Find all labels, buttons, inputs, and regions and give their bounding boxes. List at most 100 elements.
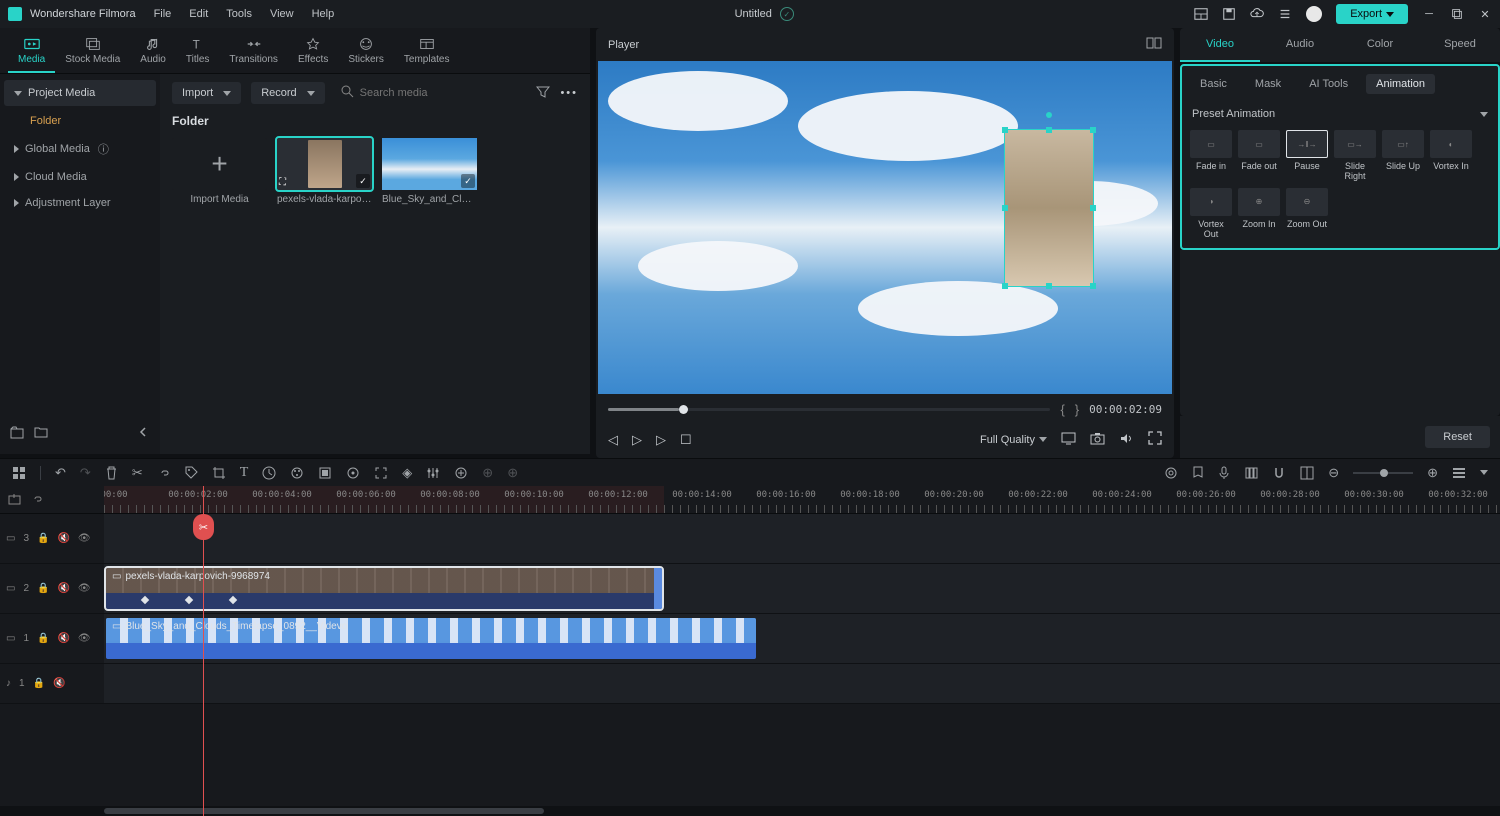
preview-canvas[interactable] xyxy=(598,61,1172,394)
marker-icon[interactable] xyxy=(1192,466,1204,480)
reset-button[interactable]: Reset xyxy=(1425,426,1490,448)
track-size-icon[interactable] xyxy=(1452,467,1466,479)
next-frame-button[interactable]: ▷ xyxy=(632,432,642,448)
lock-icon[interactable]: 🔒 xyxy=(37,533,49,544)
subtab-animation[interactable]: Animation xyxy=(1366,74,1435,94)
more-tools-icon[interactable]: ⊕ xyxy=(482,465,493,481)
sidebar-global-media[interactable]: Global Mediaⓘ xyxy=(4,134,156,164)
sidebar-folder[interactable]: Folder xyxy=(4,108,156,134)
new-bin-icon[interactable] xyxy=(10,425,24,442)
tab-stickers[interactable]: Stickers xyxy=(338,32,394,73)
mute-icon[interactable]: 🔇 xyxy=(57,633,69,644)
snapshot-icon[interactable] xyxy=(1090,432,1105,448)
color-icon[interactable] xyxy=(290,466,304,480)
rtab-audio[interactable]: Audio xyxy=(1260,28,1340,62)
sidebar-adjustment-layer[interactable]: Adjustment Layer xyxy=(4,190,156,216)
split-icon[interactable]: ✂ xyxy=(132,465,143,481)
tab-transitions[interactable]: Transitions xyxy=(219,32,288,73)
voiceover-icon[interactable] xyxy=(1218,466,1230,480)
anim-zoom-in[interactable]: ⊕Zoom In xyxy=(1238,188,1280,240)
maximize-button[interactable] xyxy=(1450,7,1464,21)
search-input[interactable] xyxy=(360,87,521,99)
stop-button[interactable]: ☐ xyxy=(680,432,692,448)
avatar[interactable] xyxy=(1306,6,1322,22)
menu-tools[interactable]: Tools xyxy=(226,8,252,20)
subtab-mask[interactable]: Mask xyxy=(1245,74,1291,94)
zoom-out-icon[interactable]: ⊖ xyxy=(1328,465,1339,481)
play-button[interactable]: ▷ xyxy=(656,432,666,448)
timeline-clip-1[interactable]: ▭pexels-vlada-karpovich-9968974 xyxy=(106,568,662,609)
delete-icon[interactable] xyxy=(105,466,118,480)
subtab-ai-tools[interactable]: AI Tools xyxy=(1299,74,1358,94)
preset-animation-header[interactable]: Preset Animation xyxy=(1190,104,1490,130)
subtab-basic[interactable]: Basic xyxy=(1190,74,1237,94)
visibility-icon[interactable]: 👁 xyxy=(78,633,91,644)
media-clip-2[interactable]: ✓ Blue_Sky_and_Clouds... xyxy=(382,138,477,205)
playhead[interactable]: ✂ xyxy=(203,486,204,816)
visibility-icon[interactable]: 👁 xyxy=(78,583,91,594)
mute-icon[interactable]: 🔇 xyxy=(53,678,65,689)
close-button[interactable]: ✕ xyxy=(1478,7,1492,21)
menu-help[interactable]: Help xyxy=(312,8,335,20)
menu-file[interactable]: File xyxy=(154,8,172,20)
sidebar-project-media[interactable]: Project Media xyxy=(4,80,156,106)
mute-icon[interactable]: 🔇 xyxy=(57,533,69,544)
text-icon[interactable]: T xyxy=(240,465,249,481)
tab-titles[interactable]: TTitles xyxy=(176,32,220,73)
ai-icon[interactable] xyxy=(454,466,468,480)
scrub-bar[interactable] xyxy=(608,408,1050,411)
anim-zoom-out[interactable]: ⊖Zoom Out xyxy=(1286,188,1328,240)
lock-icon[interactable]: 🔒 xyxy=(33,678,45,689)
import-dropdown[interactable]: Import xyxy=(172,82,241,104)
display-icon[interactable] xyxy=(1061,432,1076,448)
lock-icon[interactable]: 🔒 xyxy=(37,583,49,594)
menu-edit[interactable]: Edit xyxy=(189,8,208,20)
compare-icon[interactable] xyxy=(1146,36,1162,53)
link-icon[interactable] xyxy=(157,466,171,480)
collapse-sidebar-icon[interactable] xyxy=(136,425,150,442)
speed-icon[interactable] xyxy=(262,466,276,480)
mark-in-icon[interactable]: { xyxy=(1060,402,1064,417)
tab-media[interactable]: Media xyxy=(8,32,55,73)
zoom-in-icon[interactable]: ⊕ xyxy=(1427,465,1438,481)
redo-icon[interactable]: ↷ xyxy=(80,465,91,481)
tab-effects[interactable]: Effects xyxy=(288,32,338,73)
media-clip-1[interactable]: ⛶✓ pexels-vlada-karpovic... xyxy=(277,138,372,205)
anim-slide-up[interactable]: ▭↑Slide Up xyxy=(1382,130,1424,182)
anim-fade-in[interactable]: ▭Fade in xyxy=(1190,130,1232,182)
insert-track-icon[interactable] xyxy=(8,493,21,506)
quality-dropdown[interactable]: Full Quality xyxy=(980,434,1047,446)
filter-icon[interactable] xyxy=(536,85,550,102)
rtab-speed[interactable]: Speed xyxy=(1420,28,1500,62)
cloud-upload-icon[interactable] xyxy=(1250,7,1264,21)
export-button[interactable]: Export xyxy=(1336,4,1408,24)
visibility-icon[interactable]: 👁 xyxy=(78,533,91,544)
render-icon[interactable] xyxy=(1164,466,1178,480)
tab-templates[interactable]: Templates xyxy=(394,32,460,73)
overlay-clip[interactable] xyxy=(1004,129,1094,287)
zoom-slider[interactable] xyxy=(1353,472,1413,474)
adjust-icon[interactable] xyxy=(426,466,440,480)
grid-icon[interactable] xyxy=(12,466,26,480)
tab-audio[interactable]: Audio xyxy=(130,32,176,73)
anim-pause[interactable]: →‖→Pause xyxy=(1286,130,1328,182)
prev-frame-button[interactable]: ◁ xyxy=(608,432,618,448)
crop-icon[interactable] xyxy=(212,466,226,480)
sidebar-cloud-media[interactable]: Cloud Media xyxy=(4,164,156,190)
more-icon[interactable]: ••• xyxy=(560,87,578,99)
lock-icon[interactable]: 🔒 xyxy=(37,633,49,644)
more-tools2-icon[interactable]: ⊕ xyxy=(507,465,518,481)
mixer-icon[interactable] xyxy=(1244,466,1258,480)
new-folder-icon[interactable] xyxy=(34,425,48,442)
tag-icon[interactable] xyxy=(185,466,198,479)
rtab-video[interactable]: Video xyxy=(1180,28,1260,62)
minimize-button[interactable]: ─ xyxy=(1422,7,1436,21)
volume-icon[interactable] xyxy=(1119,432,1134,448)
record-dropdown[interactable]: Record xyxy=(251,82,324,104)
anim-vortex-in[interactable]: ◐Vortex In xyxy=(1430,130,1472,182)
greenscreen-icon[interactable] xyxy=(318,466,332,480)
menu-view[interactable]: View xyxy=(270,8,294,20)
snap-icon[interactable] xyxy=(1272,466,1286,480)
anim-vortex-out[interactable]: ◑Vortex Out xyxy=(1190,188,1232,240)
playhead-handle[interactable]: ✂ xyxy=(193,514,214,540)
